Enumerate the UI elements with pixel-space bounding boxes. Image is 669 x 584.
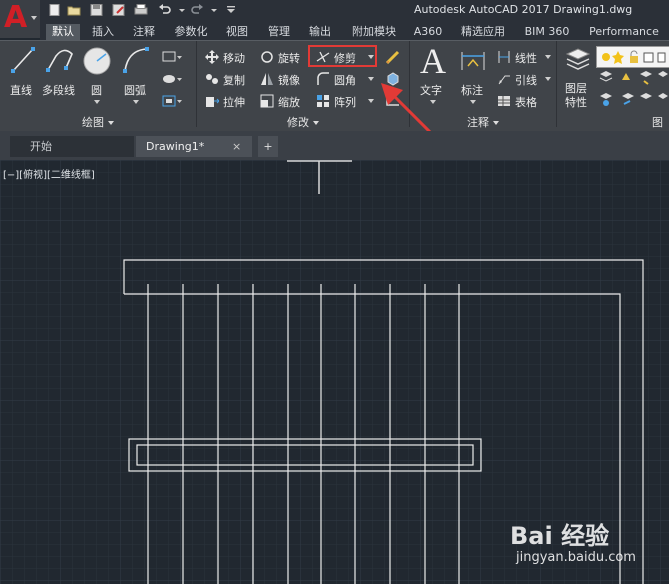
- window-title: Autodesk AutoCAD 2017 Drawing1.dwg: [414, 3, 633, 16]
- watermark-brand: Bai 经验: [510, 522, 610, 550]
- hatch-icon[interactable]: [162, 72, 182, 86]
- chevron-down-icon: [430, 100, 436, 104]
- rotate-button[interactable]: 旋转: [260, 48, 310, 66]
- layer-dropdown[interactable]: [596, 46, 669, 68]
- tab-output[interactable]: 输出: [303, 24, 337, 40]
- new-tab-button[interactable]: +: [258, 136, 278, 157]
- gradient-icon[interactable]: [162, 94, 182, 108]
- layer-tools-row1[interactable]: [598, 70, 668, 86]
- autocad-logo: A: [4, 0, 28, 35]
- layer-tools-row2[interactable]: [598, 92, 668, 108]
- layers-panel-title[interactable]: 图: [652, 116, 669, 130]
- viewport-controls-label[interactable]: [−][俯视][二维线框]: [3, 166, 95, 181]
- leader-icon: [498, 75, 510, 85]
- tab-manage[interactable]: 管理: [262, 24, 296, 40]
- close-tab-icon[interactable]: ×: [232, 136, 241, 157]
- line-icon: [11, 47, 35, 73]
- panel-divider: [196, 41, 197, 127]
- linear-dimension-button[interactable]: 线性: [497, 48, 555, 66]
- copy-button[interactable]: 复制: [205, 70, 257, 88]
- tab-view[interactable]: 视图: [220, 24, 254, 40]
- mirror-button[interactable]: 镜像: [260, 70, 312, 88]
- draw-panel-title[interactable]: 绘图: [0, 116, 196, 130]
- arc-button[interactable]: 圆弧: [118, 46, 154, 106]
- circle-button[interactable]: 圆: [80, 46, 114, 106]
- tab-annotate[interactable]: 注释: [127, 24, 161, 40]
- modify-panel-title[interactable]: 修改: [197, 116, 409, 130]
- customize-toolbar-icon[interactable]: [224, 4, 238, 16]
- chevron-down-icon: [108, 121, 114, 125]
- tab-home[interactable]: 默认: [46, 24, 80, 40]
- chevron-down-icon: [368, 77, 374, 81]
- linear-dimension-icon: [498, 51, 510, 63]
- rotate-icon: [261, 51, 273, 63]
- layer-properties-button[interactable]: 图层 特性: [561, 44, 595, 114]
- stretch-icon: [206, 97, 219, 107]
- doc-tab-start[interactable]: 开始: [10, 136, 134, 157]
- open-file-icon[interactable]: [67, 4, 81, 16]
- polyline-button[interactable]: 多段线: [40, 46, 80, 106]
- panel-divider: [556, 41, 557, 127]
- doc-tab-drawing1[interactable]: Drawing1* ×: [136, 136, 252, 157]
- chevron-down-icon: [133, 100, 139, 104]
- text-icon: A: [420, 41, 446, 81]
- fillet-icon: [317, 72, 329, 85]
- tab-addins[interactable]: 附加模块: [346, 24, 402, 40]
- table-button[interactable]: 表格: [497, 92, 555, 110]
- watermark-url: jingyan.baidu.com: [516, 550, 636, 565]
- chevron-down-icon: [313, 121, 319, 125]
- chevron-down-icon: [31, 16, 37, 20]
- scale-button[interactable]: 缩放: [260, 92, 312, 110]
- stretch-button[interactable]: 拉伸: [205, 92, 257, 110]
- layer-state-icons: [602, 50, 666, 64]
- baidu-watermark: Bai 经验 jingyan.baidu.com: [510, 514, 660, 580]
- dimension-button[interactable]: 标注: [455, 44, 491, 108]
- fillet-button[interactable]: 圆角: [316, 70, 374, 88]
- array-button[interactable]: 阵列: [316, 92, 374, 110]
- array-icon: [317, 95, 329, 107]
- polyline-icon: [46, 49, 73, 72]
- chevron-down-icon: [368, 99, 374, 103]
- move-icon: [205, 50, 219, 64]
- plot-icon[interactable]: [134, 4, 148, 16]
- chevron-down-icon: [545, 55, 551, 59]
- save-as-icon[interactable]: [112, 4, 126, 16]
- new-file-icon[interactable]: [48, 4, 62, 16]
- scale-icon: [260, 94, 274, 108]
- redo-dropdown-icon[interactable]: [207, 4, 221, 16]
- layer-properties-icon: [565, 48, 591, 70]
- chevron-down-icon: [470, 100, 476, 104]
- move-button[interactable]: 移动: [205, 48, 257, 66]
- text-button[interactable]: A 文字: [414, 41, 454, 108]
- undo-icon[interactable]: [158, 4, 172, 16]
- copy-icon: [206, 74, 218, 84]
- application-menu-button[interactable]: A: [0, 0, 40, 38]
- trim-highlight-box: [308, 45, 377, 67]
- table-icon: [498, 96, 510, 106]
- tab-featured-apps[interactable]: 精选应用: [455, 24, 511, 40]
- arc-icon: [123, 47, 149, 73]
- tab-a360[interactable]: A360: [410, 24, 446, 40]
- redo-icon[interactable]: [190, 4, 204, 16]
- chevron-down-icon: [493, 121, 499, 125]
- line-button[interactable]: 直线: [6, 46, 40, 106]
- chevron-down-icon: [94, 100, 100, 104]
- tab-parametric[interactable]: 参数化: [168, 24, 214, 40]
- erase-icon[interactable]: [385, 49, 401, 65]
- mirror-icon: [261, 73, 273, 85]
- annotation-panel-title[interactable]: 注释: [410, 116, 556, 130]
- rectangle-icon[interactable]: [162, 50, 182, 64]
- chevron-down-icon: [545, 77, 551, 81]
- circle-icon: [83, 47, 111, 75]
- dimension-icon: [461, 52, 485, 70]
- leader-button[interactable]: 引线: [497, 70, 555, 88]
- undo-dropdown-icon[interactable]: [175, 4, 189, 16]
- tab-bim360[interactable]: BIM 360: [519, 24, 575, 40]
- tab-insert[interactable]: 插入: [86, 24, 120, 40]
- save-icon[interactable]: [90, 4, 104, 16]
- tab-performance[interactable]: Performance: [584, 24, 664, 40]
